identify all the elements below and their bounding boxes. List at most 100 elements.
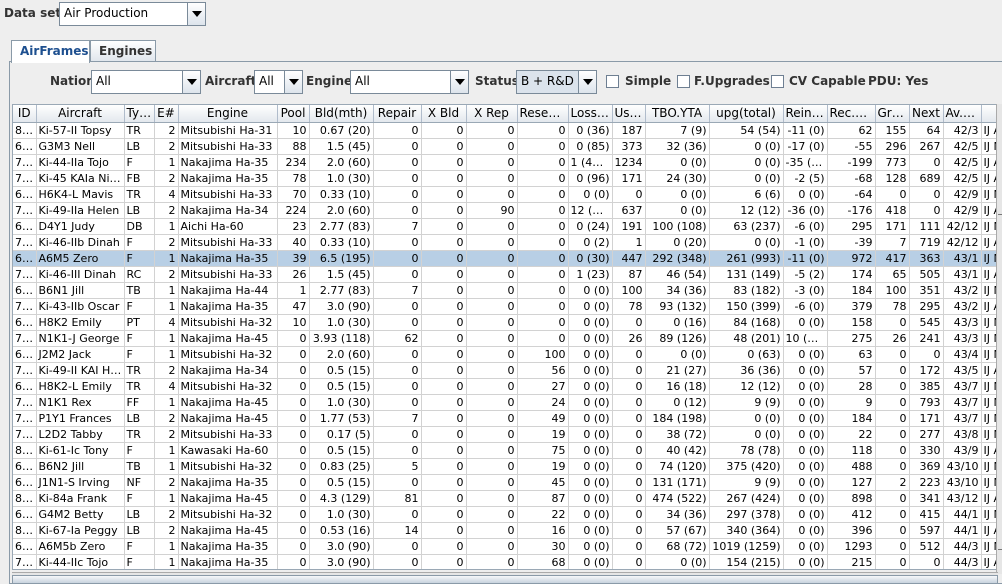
- chevron-down-icon[interactable]: [450, 71, 468, 93]
- cell-next: 111: [909, 218, 944, 235]
- column-header-upgrades-total[interactable]: upg(total): [709, 105, 784, 123]
- cell-engine-count: 2: [154, 234, 179, 251]
- aircraft-select[interactable]: All: [254, 70, 303, 94]
- cell-used: 447: [612, 250, 646, 267]
- column-header-pool[interactable]: Pool: [277, 105, 310, 123]
- column-header-research[interactable]: Resear...: [517, 105, 569, 123]
- cell-build-months: 3.93 (118): [309, 330, 374, 347]
- table-row[interactable]: 682 H6K4-L Mavis TR 4 Mitsubishi Ha-33 70 0.33…: [13, 186, 997, 203]
- column-header-rec-build[interactable]: Rec.Bld: [827, 105, 876, 123]
- cell-available: 43/7: [943, 378, 982, 395]
- column-header-next[interactable]: Next: [909, 105, 944, 123]
- cell-build-months: 0.17 (5): [309, 426, 374, 443]
- engine-select[interactable]: All: [350, 70, 469, 94]
- table-row[interactable]: 649 D4Y1 Judy DB 1 Aichi Ha-60 23 2.77 (83) 7 0 0…: [13, 218, 997, 235]
- cell-tbo-yta: 32 (36): [645, 138, 710, 155]
- cell-research: 0: [517, 202, 569, 219]
- table-row[interactable]: 612 A6M5 Zero F 1 Nakajima Ha-35 39 6.5 (195) 0…: [13, 250, 997, 267]
- table-row[interactable]: 630 B6N1 Jill TB 1 Nakajima Ha-44 1 2.77 (83) 7…: [13, 282, 997, 299]
- dataset-select[interactable]: Air Production: [59, 2, 206, 26]
- table-row[interactable]: 811 Ki-61-Ic Tony F 1 Kawasaki Ha-60 0 0.5 (15…: [13, 442, 997, 459]
- cell-type: TR: [124, 186, 155, 203]
- cell-tbo-yta: 0 (12): [645, 394, 710, 411]
- cell-tbo-yta: 0 (0): [645, 346, 710, 363]
- cell-next: 351: [909, 282, 944, 299]
- tab-airframes[interactable]: AirFrames: [11, 40, 90, 63]
- chevron-down-icon[interactable]: [182, 71, 200, 93]
- tab-engines[interactable]: Engines: [90, 40, 156, 62]
- chevron-down-icon[interactable]: [284, 71, 302, 93]
- chevron-down-icon[interactable]: [187, 3, 205, 25]
- cell-used: 191: [612, 218, 646, 235]
- table-row[interactable]: 688 H8K2-L Emily TR 4 Mitsubishi Ha-32 0 0.5 (…: [13, 378, 997, 395]
- table-row[interactable]: 794 Ki-49-IIa Helen LB 2 Nakajima Ha-34 224 2.…: [13, 202, 997, 219]
- cell-rec-build: 412: [827, 506, 876, 523]
- table-row[interactable]: 691 J1N1-S Irving NF 2 Nakajima Ha-35 0 0.5 (1…: [13, 474, 997, 491]
- table-row[interactable]: 815 Ki-67-Ia Peggy LB 2 Nakajima Ha-45 0 0.53 …: [13, 522, 997, 539]
- cell-pool: 0: [277, 522, 310, 539]
- table-row[interactable]: 806 Ki-57-II Topsy TR 2 Mitsubishi Ha-31 10 0.…: [13, 122, 997, 139]
- column-header-engine-count[interactable]: E#: [154, 105, 179, 123]
- cell-next: 267: [909, 138, 944, 155]
- column-header-build-months[interactable]: Bld(mth): [309, 105, 374, 123]
- table-row[interactable]: 721 P1Y1 Frances LB 2 Nakajima Ha-45 0 1.77 (5…: [13, 410, 997, 427]
- table-row[interactable]: 763 Ki-43-IIb Oscar F 1 Nakajima Ha-35 47 3.0 …: [13, 298, 997, 315]
- table-row[interactable]: 694 J2M2 Jack F 1 Mitsubishi Ha-32 0 2.0 (60) 0…: [13, 346, 997, 363]
- cell-engine: Nakajima Ha-35: [178, 554, 278, 569]
- table-row[interactable]: 674 G4M2 Betty LB 2 Mitsubishi Ha-32 0 1.0 (30…: [13, 506, 997, 523]
- column-header-group[interactable]: Grp ...: [875, 105, 910, 123]
- column-header-type[interactable]: Type: [124, 105, 155, 123]
- table-row[interactable]: 715 N1K1-J George F 1 Nakajima Ha-45 0 3.93 (1…: [13, 330, 997, 347]
- cell-repair: 0: [373, 506, 422, 523]
- nation-select[interactable]: All: [91, 70, 201, 94]
- column-header-x-build[interactable]: X Bld: [421, 105, 467, 123]
- table-row[interactable]: 709 L2D2 Tabby TR 2 Mitsubishi Ha-33 0 0.17 (5…: [13, 426, 997, 443]
- vertical-scrollbar[interactable]: [996, 104, 1002, 574]
- cell-pool: 26: [277, 266, 310, 283]
- simple-checkbox[interactable]: [606, 75, 619, 88]
- cell-group: 0: [875, 394, 910, 411]
- cell-reinforcements: -35 (10): [783, 154, 828, 171]
- column-header-tbo-yta[interactable]: TBO.YTA: [645, 105, 710, 123]
- table-row[interactable]: 769 Ki-44-IIa Tojo F 1 Nakajima Ha-35 234 2.0 …: [13, 154, 997, 171]
- cell-loss: 0 (0): [568, 442, 613, 459]
- column-header-reinforcements[interactable]: Reinf...: [783, 105, 828, 123]
- chevron-down-icon[interactable]: [578, 71, 596, 93]
- table-row[interactable]: 771 Ki-44-IIc Tojo F 1 Nakajima Ha-35 0 3.0 (9…: [13, 554, 997, 569]
- cell-reinforcements: -2 (5): [783, 170, 828, 187]
- cell-loss: 0 (0): [568, 378, 613, 395]
- cell-repair: 7: [373, 282, 422, 299]
- table-row[interactable]: 714 N1K1 Rex FF 1 Nakajima Ha-45 0 1.0 (30) 0 0 0…: [13, 394, 997, 411]
- cell-type: LB: [124, 202, 155, 219]
- column-header-available[interactable]: Av...: [943, 105, 982, 123]
- table-row[interactable]: 687 H8K2 Emily PT 4 Mitsubishi Ha-32 10 1.0 (3…: [13, 314, 997, 331]
- fupgrades-checkbox[interactable]: [677, 75, 690, 88]
- horizontal-scroll-thumb[interactable]: [12, 575, 998, 584]
- cell-available: 43/7: [943, 394, 982, 411]
- cell-reinforcements: 0 (0): [783, 522, 828, 539]
- cell-x-repair: 0: [466, 266, 518, 283]
- table-row[interactable]: 784 Ki-46-IIb Dinah F 2 Mitsubishi Ha-33 40 0.…: [13, 234, 997, 251]
- cell-engine-count: 1: [154, 394, 179, 411]
- table-row[interactable]: 825 Ki-84a Frank F 1 Nakajima Ha-45 0 4.3 (129…: [13, 490, 997, 507]
- column-header-x-repair[interactable]: X Rep: [466, 105, 518, 123]
- table-row[interactable]: 783 Ki-46-III Dinah RC 2 Mitsubishi Ha-33 26 1…: [13, 266, 997, 283]
- column-header-loss[interactable]: LossT...: [568, 105, 613, 123]
- cell-research: 30: [517, 538, 569, 555]
- cell-x-repair: 0: [466, 474, 518, 491]
- column-header-used[interactable]: Used: [612, 105, 646, 123]
- status-select[interactable]: B + R&D: [516, 70, 597, 94]
- table-row[interactable]: 775 Ki-45 KAIa Nick FB 2 Nakajima Ha-35 78 1.0…: [13, 170, 997, 187]
- table-row[interactable]: 631 B6N2 Jill TB 1 Mitsubishi Ha-32 0 0.83 (25…: [13, 458, 997, 475]
- table-row[interactable]: 671 G3M3 Nell LB 2 Mitsubishi Ha-33 88 1.5 (45…: [13, 138, 997, 155]
- cv-capable-checkbox[interactable]: [771, 75, 784, 88]
- column-header-aircraft[interactable]: Aircraft: [36, 105, 125, 123]
- column-header-engine[interactable]: Engine: [178, 105, 278, 123]
- cell-repair: 81: [373, 490, 422, 507]
- horizontal-scrollbar[interactable]: [12, 572, 998, 584]
- cell-type: PT: [124, 314, 155, 331]
- table-row[interactable]: 796 Ki-49-II KAI He... TR 2 Nakajima Ha-34 0 0…: [13, 362, 997, 379]
- table-row[interactable]: 614 A6M5b Zero F 1 Nakajima Ha-35 0 3.0 (90) 0 0…: [13, 538, 997, 555]
- column-header-repair[interactable]: Repair: [373, 105, 422, 123]
- column-header-id[interactable]: ID: [13, 105, 37, 123]
